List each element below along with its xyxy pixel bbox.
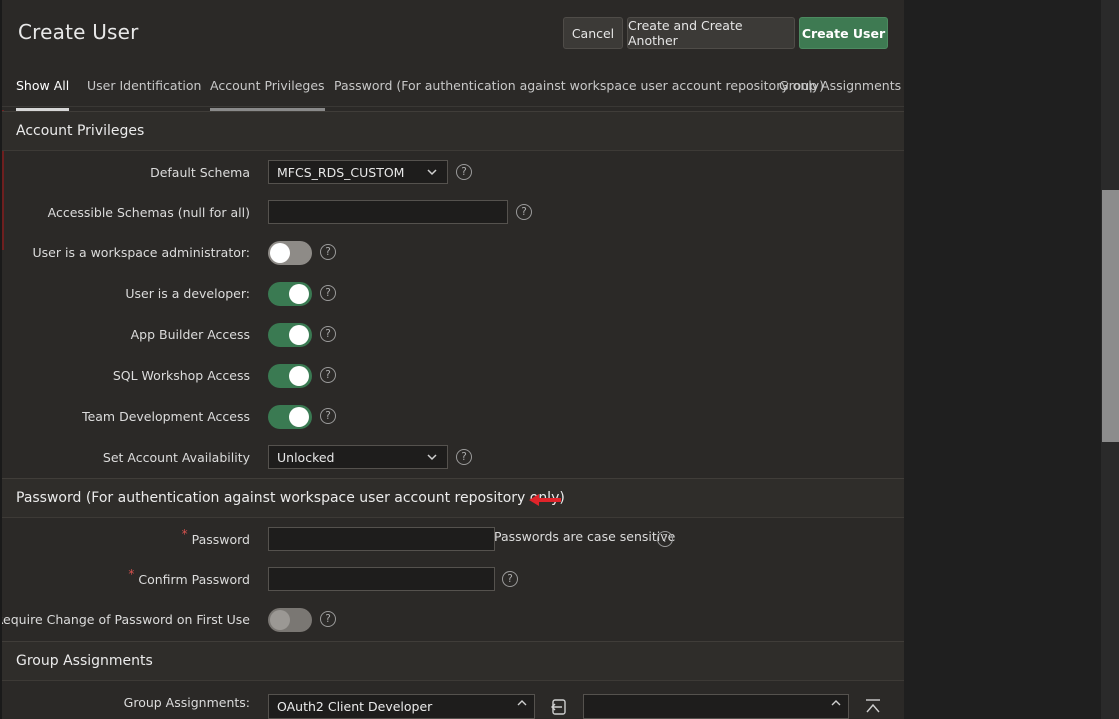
team-development-label: Team Development Access <box>82 409 250 424</box>
require-change-toggle[interactable] <box>268 608 312 632</box>
section-title: Group Assignments <box>16 653 153 669</box>
tab-show-all[interactable]: Show All <box>16 78 70 111</box>
group-assignments-label: Group Assignments: <box>123 695 250 710</box>
require-change-label: Require Change of Password on First Use <box>0 612 250 627</box>
background-pane <box>904 0 1119 719</box>
tab-password[interactable]: Password (For authentication against wor… <box>334 78 824 108</box>
toggle-knob <box>270 610 290 630</box>
cancel-button[interactable]: Cancel <box>563 17 623 49</box>
help-icon[interactable]: ? <box>516 204 532 220</box>
move-group-icon[interactable] <box>548 697 570 717</box>
accessible-schemas-input[interactable] <box>268 200 508 224</box>
assigned-groups-list[interactable] <box>583 694 849 719</box>
tab-group-assignments[interactable]: Group Assignments <box>779 78 901 108</box>
confirm-password-label-text: Confirm Password <box>138 572 250 587</box>
default-schema-select[interactable]: MFCS_RDS_CUSTOM <box>268 160 448 184</box>
help-icon[interactable]: ? <box>320 408 336 424</box>
list-item[interactable]: OAuth2 Client Developer <box>277 699 432 714</box>
available-groups-list[interactable]: OAuth2 Client Developer <box>268 694 535 719</box>
password-note: Passwords are case sensitive <box>494 529 676 544</box>
workspace-admin-label: User is a workspace administrator: <box>32 245 250 260</box>
move-to-top-icon[interactable] <box>862 697 884 717</box>
help-icon[interactable]: ? <box>320 285 336 301</box>
section-title: Account Privileges <box>16 123 145 139</box>
password-label-text: Password <box>191 532 250 547</box>
account-availability-label: Set Account Availability <box>102 450 250 465</box>
tab-user-identification[interactable]: User Identification <box>87 78 201 108</box>
create-user-dialog: Create User Cancel Create and Create Ano… <box>0 0 904 719</box>
chevron-down-icon <box>427 454 437 461</box>
accessible-schemas-label: Accessible Schemas (null for all) <box>47 205 250 220</box>
group-assignments-heading: Group Assignments <box>2 641 904 681</box>
team-development-toggle[interactable] <box>268 405 312 429</box>
app-builder-toggle[interactable] <box>268 323 312 347</box>
create-and-create-another-button[interactable]: Create and Create Another <box>627 17 795 49</box>
help-icon[interactable]: ? <box>320 244 336 260</box>
chevron-up-icon <box>831 700 841 706</box>
confirm-password-input[interactable] <box>268 567 495 591</box>
help-icon[interactable]: ? <box>456 449 472 465</box>
help-icon[interactable]: ? <box>320 326 336 342</box>
chevron-up-icon <box>517 700 527 706</box>
chevron-down-icon <box>427 169 437 176</box>
help-icon[interactable]: ? <box>320 367 336 383</box>
page: Create User Cancel Create and Create Ano… <box>0 0 1119 719</box>
workspace-admin-toggle[interactable] <box>268 241 312 265</box>
create-user-button[interactable]: Create User <box>799 17 888 49</box>
required-marker: * <box>181 527 188 541</box>
password-label: * Password <box>182 527 250 547</box>
password-heading: Password (For authentication against wor… <box>2 478 904 518</box>
toggle-knob <box>289 284 309 304</box>
developer-label: User is a developer: <box>125 286 250 301</box>
account-privileges-heading: Account Privileges <box>2 111 904 151</box>
help-icon[interactable]: ? <box>320 611 336 627</box>
toggle-knob <box>270 243 290 263</box>
toggle-knob <box>289 325 309 345</box>
default-schema-value: MFCS_RDS_CUSTOM <box>277 165 405 180</box>
confirm-password-label: * Confirm Password <box>128 567 250 587</box>
developer-toggle[interactable] <box>268 282 312 306</box>
toggle-knob <box>289 407 309 427</box>
toggle-knob <box>289 366 309 386</box>
help-icon[interactable]: ? <box>502 571 518 587</box>
account-availability-select[interactable]: Unlocked <box>268 445 448 469</box>
app-builder-label: App Builder Access <box>130 327 250 342</box>
scrollbar-thumb[interactable] <box>1102 190 1119 442</box>
default-schema-label: Default Schema <box>150 165 250 180</box>
account-availability-value: Unlocked <box>277 450 335 465</box>
dialog-header: Create User Cancel Create and Create Ano… <box>2 0 904 111</box>
dialog-title: Create User <box>18 20 139 44</box>
sql-workshop-toggle[interactable] <box>268 364 312 388</box>
help-icon[interactable]: ? <box>657 531 673 547</box>
help-icon[interactable]: ? <box>456 164 472 180</box>
section-title: Password (For authentication against wor… <box>16 490 565 506</box>
required-marker: * <box>128 567 135 581</box>
tab-account-privileges[interactable]: Account Privileges <box>210 78 325 111</box>
password-input[interactable] <box>268 527 495 551</box>
sql-workshop-label: SQL Workshop Access <box>112 368 250 383</box>
annotation-arrow-icon <box>529 494 561 506</box>
